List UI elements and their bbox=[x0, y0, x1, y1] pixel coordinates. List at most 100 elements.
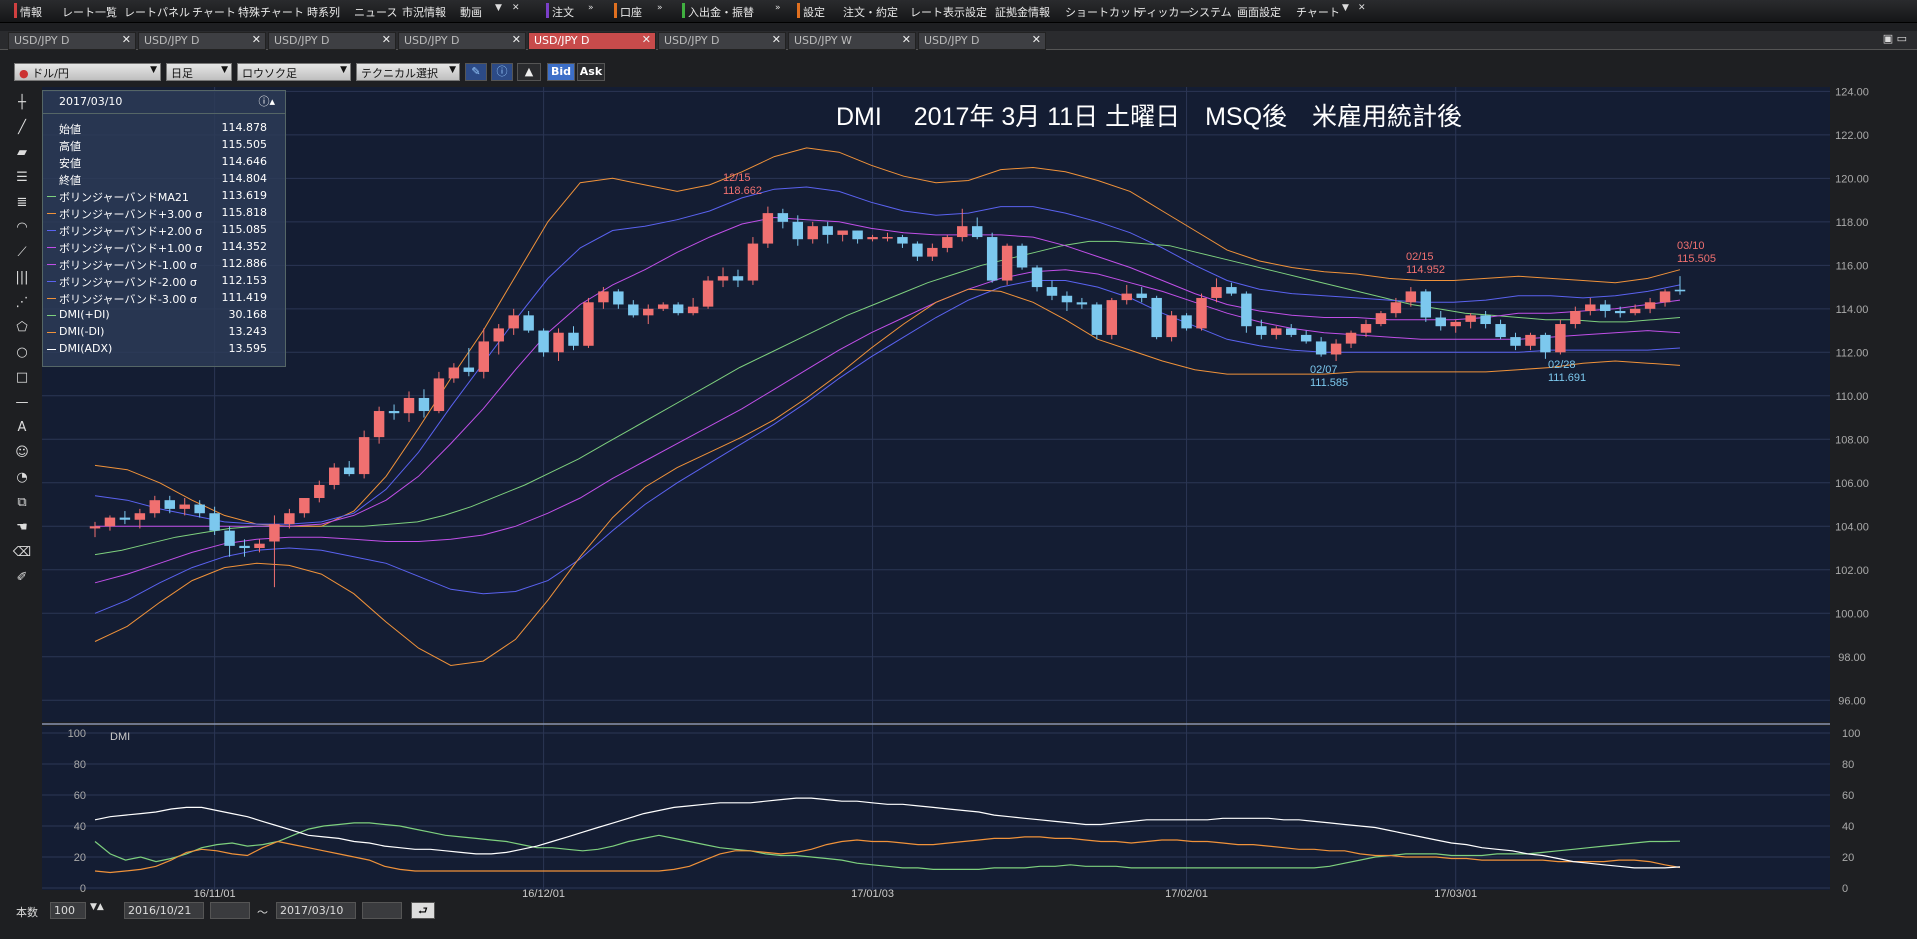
chart-tab[interactable]: USD/JPY D ✕ bbox=[398, 32, 526, 50]
count-stepper[interactable]: ▼▲ bbox=[90, 902, 104, 912]
menu-item[interactable]: 入出金・振替 bbox=[688, 4, 754, 20]
chart-tab[interactable]: USD/JPY W ✕ bbox=[788, 32, 916, 50]
eraser-icon[interactable]: ⌫ bbox=[11, 542, 33, 564]
candle-body bbox=[1300, 334, 1312, 342]
chart-tab[interactable]: USD/JPY D ✕ bbox=[138, 32, 266, 50]
menu-more-icon[interactable]: » bbox=[588, 3, 594, 13]
menu-item[interactable]: チャート bbox=[192, 4, 236, 20]
to-date-input[interactable]: 2017/03/10 bbox=[276, 902, 356, 919]
chart-tab[interactable]: USD/JPY D ✕ bbox=[8, 32, 136, 50]
close-icon[interactable]: ✕ bbox=[1032, 33, 1041, 46]
menu-item[interactable]: 動画 bbox=[460, 4, 482, 20]
candle-body bbox=[1465, 315, 1476, 322]
close-icon[interactable]: ✕ bbox=[382, 33, 391, 46]
period-select[interactable]: 日足 ▼ bbox=[166, 63, 232, 81]
menu-item[interactable]: ショートカット bbox=[1065, 4, 1142, 20]
pen-eraser-icon[interactable]: ✐ bbox=[11, 567, 33, 589]
chart-tab[interactable]: USD/JPY D ✕ bbox=[918, 32, 1046, 50]
menu-item[interactable]: 設定 bbox=[803, 4, 825, 20]
menu-item[interactable]: 情報 bbox=[20, 4, 42, 20]
menu-item[interactable]: 証拠金情報 bbox=[995, 4, 1050, 20]
circle-icon[interactable]: ○ bbox=[11, 342, 33, 364]
count-input[interactable]: 100 bbox=[50, 902, 86, 919]
close-icon[interactable]: ✕ bbox=[642, 33, 651, 46]
close-icon[interactable]: ✕ bbox=[512, 3, 520, 13]
x-tick-label: 17/03/01 bbox=[1434, 888, 1477, 900]
menu-item[interactable]: 口座 bbox=[620, 4, 642, 20]
info-row-value: 114.804 bbox=[221, 172, 268, 185]
horizontal-lines-icon[interactable]: ☰ bbox=[11, 167, 33, 189]
menu-item[interactable]: 市況情報 bbox=[402, 4, 446, 20]
chart-type-label: ロウソク足 bbox=[242, 67, 297, 80]
magnet-icon[interactable]: ◔ bbox=[11, 467, 33, 489]
candle-body bbox=[927, 247, 938, 257]
from-date-input[interactable]: 2016/10/21 bbox=[124, 902, 204, 919]
menu-dropdown-icon[interactable]: ▼ bbox=[1342, 3, 1349, 13]
menu-item[interactable]: ニュース bbox=[354, 4, 397, 20]
pitchfork-icon[interactable]: ⋰ bbox=[11, 292, 33, 314]
menu-item[interactable]: レート一覧 bbox=[62, 4, 117, 20]
bid-button[interactable]: Bid bbox=[547, 63, 575, 81]
info-icon[interactable]: ⓘ bbox=[491, 63, 513, 81]
fan-icon[interactable]: ⟋ bbox=[11, 242, 33, 264]
menu-item[interactable]: レートパネル bbox=[124, 4, 190, 20]
pencil-icon[interactable]: ✎ bbox=[465, 63, 487, 81]
chart-canvas[interactable]: 96.00 98.00 100.00 102.00 104.00 106.00 108.00… bbox=[0, 0, 1917, 939]
menu-item[interactable]: 特殊チャート bbox=[238, 4, 304, 20]
reload-button[interactable]: ⮐ bbox=[411, 902, 435, 919]
close-icon[interactable]: ✕ bbox=[252, 33, 261, 46]
trendline-icon[interactable]: ╱ bbox=[11, 117, 33, 139]
menu-item[interactable]: ティッカー bbox=[1136, 4, 1190, 20]
window-buttons[interactable]: ▣ ▭ bbox=[1883, 32, 1907, 45]
pentagon-icon[interactable]: ⬠ bbox=[11, 317, 33, 339]
candle-body bbox=[643, 308, 654, 316]
info-row: ボリンジャーバンド-2.00 σ 112.153 bbox=[47, 274, 279, 290]
copy-icon[interactable]: ⧉ bbox=[11, 492, 33, 514]
candle-body bbox=[269, 524, 280, 542]
candle-body bbox=[628, 304, 639, 316]
to-time-input[interactable] bbox=[362, 902, 402, 919]
fibonacci-icon[interactable]: ≣ bbox=[11, 192, 33, 214]
menu-item[interactable]: 画面設定 bbox=[1237, 4, 1281, 20]
menu-more-icon[interactable]: » bbox=[775, 3, 781, 13]
menu-dropdown-icon[interactable]: ▼ bbox=[495, 3, 502, 13]
chart-tab[interactable]: USD/JPY D ✕ bbox=[528, 32, 656, 50]
ask-button[interactable]: Ask bbox=[577, 63, 605, 81]
arc-icon[interactable]: ◠ bbox=[11, 217, 33, 239]
menu-item[interactable]: チャート bbox=[1296, 4, 1340, 20]
close-icon[interactable]: ✕ bbox=[122, 33, 131, 46]
mountain-chart-icon[interactable]: ▲ bbox=[517, 63, 541, 81]
dmi-tick-label: 40 bbox=[74, 821, 86, 833]
close-icon[interactable]: ✕ bbox=[772, 33, 781, 46]
dmi-tick-label: 0 bbox=[80, 883, 86, 895]
menu-item[interactable]: システム bbox=[1188, 4, 1232, 20]
chart-type-select[interactable]: ロウソク足 ▼ bbox=[237, 63, 351, 81]
text-icon[interactable]: A bbox=[11, 417, 33, 439]
vertical-lines-icon[interactable]: ||| bbox=[11, 267, 33, 289]
series-color-swatch bbox=[47, 264, 56, 265]
rectangle-icon[interactable]: □ bbox=[11, 367, 33, 389]
menu-more-icon[interactable]: » bbox=[657, 3, 663, 13]
chart-tab[interactable]: USD/JPY D ✕ bbox=[268, 32, 396, 50]
hand-icon[interactable]: ☚ bbox=[11, 517, 33, 539]
close-icon[interactable]: ✕ bbox=[902, 33, 911, 46]
menu-item[interactable]: 注文 bbox=[552, 4, 574, 20]
crosshair-icon[interactable]: ┼ bbox=[11, 92, 33, 114]
currency-pair-select[interactable]: ● ドル/円 ▼ bbox=[14, 63, 161, 81]
candle-body bbox=[986, 237, 998, 281]
close-icon[interactable]: ✕ bbox=[512, 33, 521, 46]
candle-body bbox=[1390, 302, 1402, 314]
emoji-icon[interactable]: ☺ bbox=[11, 442, 33, 464]
from-time-input[interactable] bbox=[210, 902, 250, 919]
ruler-icon[interactable]: ▰ bbox=[11, 142, 33, 164]
close-icon[interactable]: ✕ bbox=[1358, 3, 1366, 13]
technical-select-button[interactable]: テクニカル選択 ▼ bbox=[356, 63, 460, 81]
menu-item[interactable]: 注文・約定 bbox=[843, 4, 898, 20]
info-panel-toggle-icon[interactable]: ⓘ▴ bbox=[258, 93, 275, 109]
dmi-tick-label: 60 bbox=[74, 790, 86, 802]
horizontal-line-icon[interactable]: — bbox=[11, 392, 33, 414]
chart-tab[interactable]: USD/JPY D ✕ bbox=[658, 32, 786, 50]
candle-body bbox=[433, 378, 445, 412]
menu-item[interactable]: レート表示設定 bbox=[910, 4, 987, 20]
menu-item[interactable]: 時系列 bbox=[307, 4, 340, 20]
